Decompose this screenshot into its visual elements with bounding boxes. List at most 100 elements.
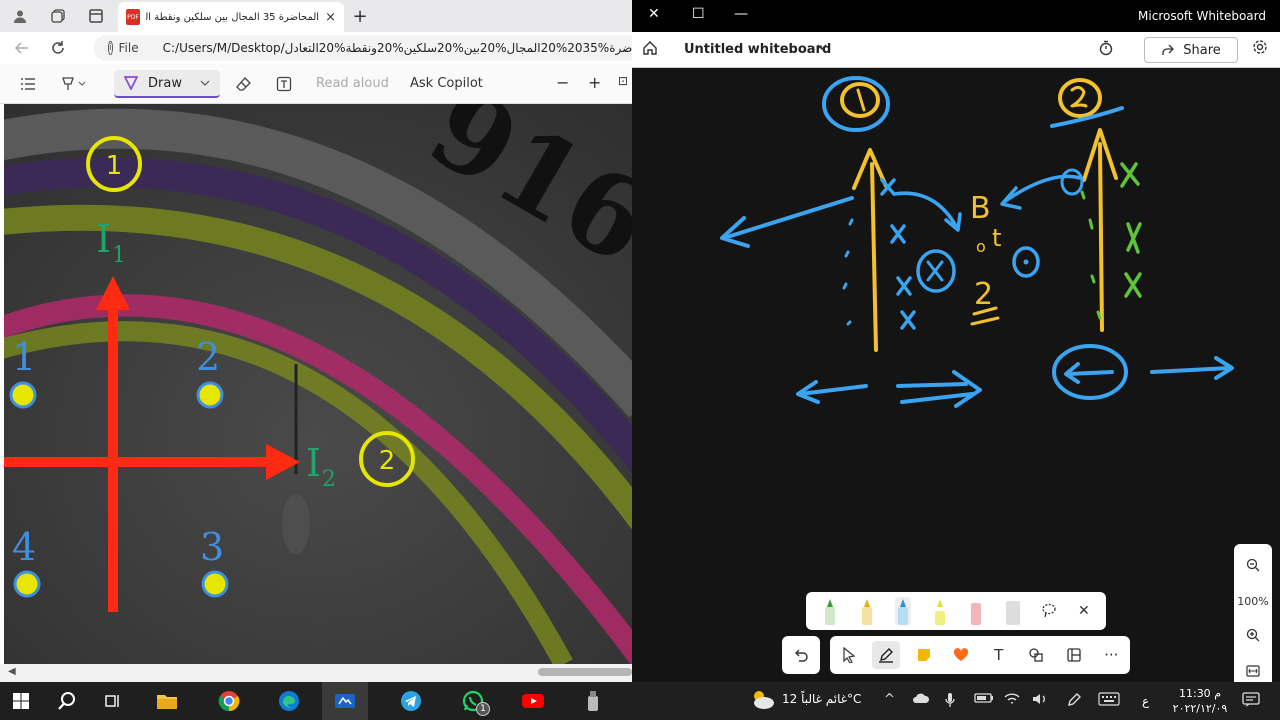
pen-menu-icon[interactable] bbox=[1066, 692, 1082, 712]
home-icon[interactable] bbox=[642, 40, 658, 60]
pen-blue[interactable] bbox=[895, 597, 912, 625]
usb-drive-icon[interactable] bbox=[580, 688, 606, 714]
tab-close-icon[interactable]: × bbox=[325, 10, 336, 25]
zoom-out-icon[interactable] bbox=[1246, 558, 1260, 575]
battery-icon[interactable] bbox=[974, 692, 994, 708]
highlighter-yellow[interactable] bbox=[932, 597, 948, 625]
undo-button[interactable] bbox=[782, 636, 820, 674]
select-tool-icon[interactable] bbox=[835, 641, 863, 669]
onedrive-icon[interactable] bbox=[912, 692, 930, 708]
show-hidden-icons-chevron-icon[interactable]: ^ bbox=[884, 692, 895, 707]
zoom-out-button[interactable]: − bbox=[556, 73, 569, 92]
ink-x-4 bbox=[900, 310, 916, 330]
info-icon[interactable]: i bbox=[108, 41, 113, 55]
horizontal-scrollbar[interactable]: ◀ bbox=[0, 664, 632, 682]
sticky-note-icon[interactable] bbox=[910, 641, 938, 669]
whatsapp-icon[interactable]: 1 bbox=[460, 688, 490, 716]
shapes-icon[interactable] bbox=[1022, 641, 1050, 669]
draw-button[interactable]: Draw bbox=[114, 70, 220, 98]
ruler-tool[interactable] bbox=[1005, 597, 1021, 625]
url-field[interactable]: i File C:/Users/M/Desktop/المحاضرة%2035%… bbox=[94, 35, 632, 61]
tab-pdf[interactable]: PDF المحاضرة 35 المجال بين سلكين ونقطة ا… bbox=[118, 2, 344, 32]
telegram-icon[interactable] bbox=[398, 688, 424, 714]
volume-icon[interactable] bbox=[1032, 692, 1048, 710]
chevron-down-icon[interactable] bbox=[816, 41, 828, 56]
ask-copilot-button[interactable]: Ask Copilot bbox=[410, 76, 483, 91]
zoom-in-icon[interactable] bbox=[1246, 628, 1260, 645]
youtube-icon[interactable] bbox=[520, 688, 546, 714]
whiteboard-title[interactable]: Untitled whiteboard bbox=[684, 42, 831, 57]
lasso-icon[interactable] bbox=[1041, 602, 1057, 621]
reactions-heart-icon[interactable] bbox=[947, 641, 975, 669]
add-text-icon[interactable] bbox=[272, 70, 296, 98]
touch-keyboard-icon[interactable] bbox=[1098, 692, 1120, 710]
task-view-icon[interactable] bbox=[100, 688, 126, 714]
weather-icon[interactable] bbox=[750, 686, 776, 712]
read-aloud-button[interactable]: Read aloud bbox=[316, 76, 389, 91]
minimize-icon[interactable]: — bbox=[734, 6, 748, 22]
new-tab-button[interactable]: + bbox=[348, 4, 372, 28]
point-2-dot bbox=[196, 381, 224, 409]
app-name: Microsoft Whiteboard bbox=[1138, 9, 1266, 23]
refresh-icon[interactable] bbox=[44, 34, 72, 62]
search-icon[interactable] bbox=[54, 688, 80, 714]
text-tool-icon[interactable]: T bbox=[985, 641, 1013, 669]
fit-to-screen-icon[interactable] bbox=[1246, 665, 1260, 680]
chrome-icon[interactable] bbox=[216, 688, 242, 714]
whiteboard-header: Untitled whiteboard Share bbox=[632, 32, 1280, 68]
fit-page-icon[interactable]: ⊡ bbox=[618, 74, 628, 88]
address-bar: i File C:/Users/M/Desktop/المحاضرة%2035%… bbox=[0, 32, 632, 64]
eraser-icon[interactable] bbox=[232, 70, 256, 98]
current-i1-subscript: 1 bbox=[112, 243, 126, 268]
highlight-icon[interactable] bbox=[56, 70, 90, 98]
whiteboard-app-icon[interactable] bbox=[332, 688, 358, 714]
templates-icon[interactable] bbox=[1060, 641, 1088, 669]
circle-marker-2-label: 2 bbox=[379, 446, 396, 476]
pen-green[interactable] bbox=[822, 597, 838, 625]
collections-icon[interactable] bbox=[46, 4, 70, 28]
url-text: C:/Users/M/Desktop/المحاضرة%2035%20المجا… bbox=[162, 41, 632, 55]
windows-start-icon[interactable] bbox=[8, 688, 34, 714]
ink-arrow-bottom-mid-1 bbox=[896, 382, 968, 388]
share-button[interactable]: Share bbox=[1144, 37, 1238, 63]
weather-text[interactable]: غائم غالباً 12°C bbox=[782, 692, 861, 706]
zoom-in-button[interactable]: + bbox=[588, 73, 601, 92]
point-3-label: 3 bbox=[200, 525, 224, 569]
tab-actions-icon[interactable] bbox=[84, 4, 108, 28]
edge-icon[interactable] bbox=[276, 688, 302, 714]
scroll-left-icon[interactable]: ◀ bbox=[8, 666, 16, 677]
point-3-dot bbox=[201, 570, 229, 598]
point-1-dot bbox=[9, 381, 37, 409]
edge-window: PDF المحاضرة 35 المجال بين سلكين ونقطة ا… bbox=[0, 0, 632, 682]
wifi-icon[interactable] bbox=[1004, 692, 1020, 710]
gear-icon[interactable] bbox=[1252, 39, 1268, 59]
close-tray-icon[interactable]: ✕ bbox=[1078, 603, 1090, 619]
point-4-label: 4 bbox=[12, 525, 36, 569]
whiteboard-canvas[interactable]: B t o 2 100% bbox=[632, 68, 1280, 694]
input-language-indicator[interactable]: ع bbox=[1142, 694, 1149, 708]
ink-x-1 bbox=[880, 178, 896, 196]
pen-yellow[interactable] bbox=[859, 597, 875, 625]
notifications-icon[interactable] bbox=[1242, 692, 1260, 712]
zoom-level[interactable]: 100% bbox=[1237, 595, 1268, 608]
microphone-icon[interactable] bbox=[944, 692, 956, 712]
scroll-thumb[interactable] bbox=[538, 668, 632, 676]
file-explorer-icon[interactable] bbox=[154, 688, 180, 714]
close-icon[interactable]: ✕ bbox=[648, 6, 660, 22]
pen-tool-icon[interactable] bbox=[872, 641, 901, 669]
profile-icon[interactable] bbox=[8, 4, 32, 28]
ink-x-2 bbox=[890, 224, 906, 244]
eraser-tool[interactable] bbox=[968, 597, 984, 625]
ink-green-dots bbox=[1080, 190, 1102, 320]
chevron-down-icon[interactable] bbox=[200, 78, 210, 88]
tab-title: المحاضرة 35 المجال بين سلكين ونقطة الت* bbox=[146, 11, 320, 23]
maximize-icon[interactable]: ☐ bbox=[692, 6, 705, 22]
pdf-toolbar: Draw Read aloud Ask Copilot − + ⊡ bbox=[0, 64, 632, 104]
more-options-icon[interactable]: ··· bbox=[1097, 641, 1125, 669]
contents-icon[interactable] bbox=[16, 70, 40, 98]
share-label: Share bbox=[1183, 42, 1221, 58]
timer-icon[interactable] bbox=[1098, 40, 1114, 60]
back-icon[interactable] bbox=[8, 34, 36, 62]
clock[interactable]: 11:30 م ٢٠٢٢/١٢/٠٩ bbox=[1168, 686, 1232, 716]
share-icon bbox=[1162, 44, 1175, 55]
